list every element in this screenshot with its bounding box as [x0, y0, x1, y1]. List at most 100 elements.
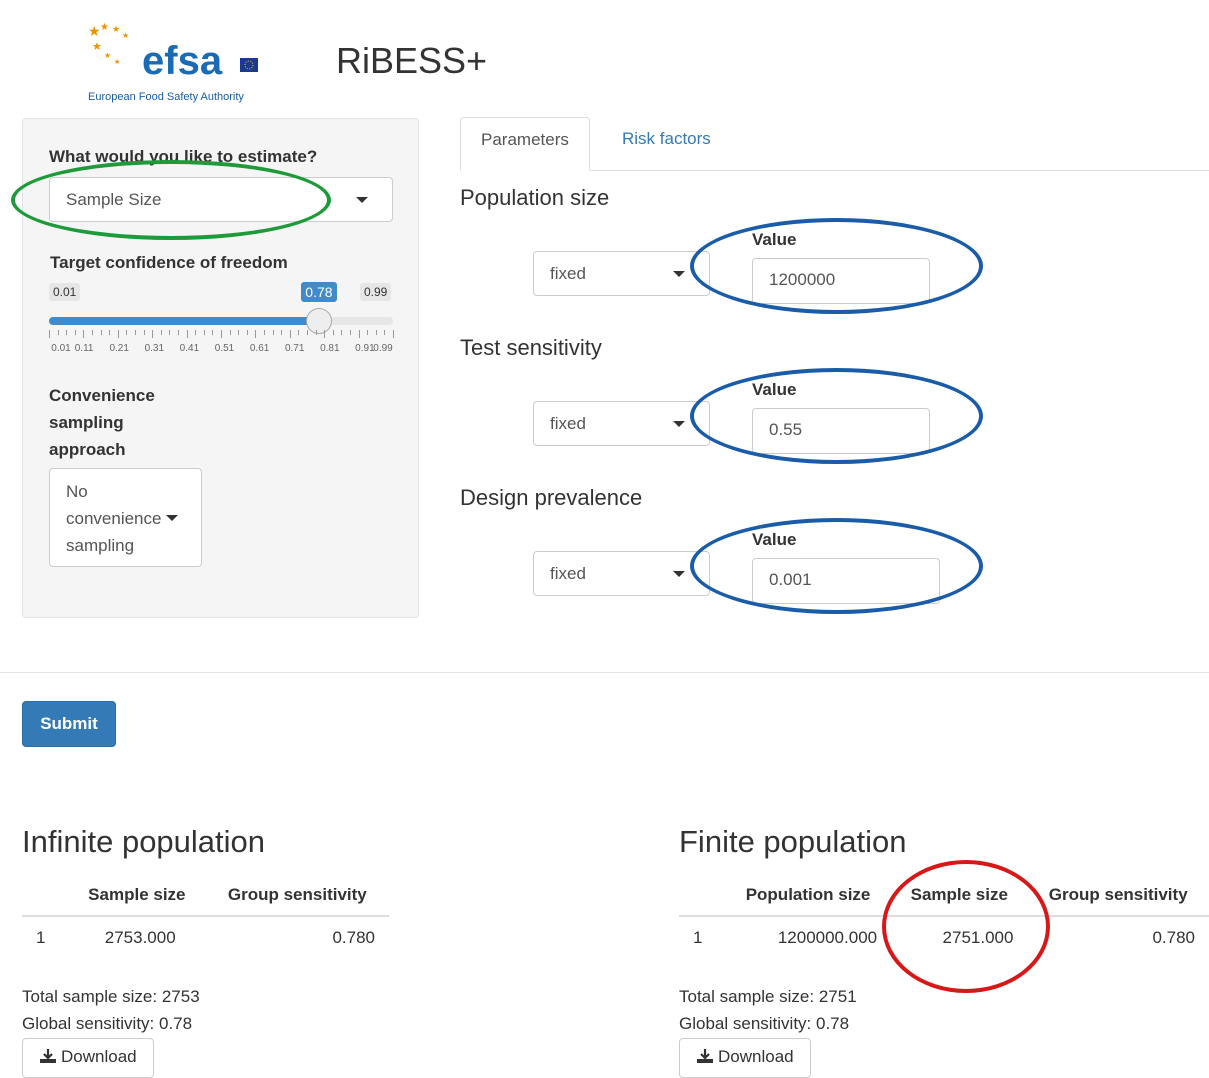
chevron-down-icon [673, 271, 685, 277]
convenience-value-3: sampling [66, 536, 135, 555]
convenience-value-1: No [66, 482, 88, 501]
slider-grid-tick [57, 330, 59, 335]
svg-text:★: ★ [112, 25, 120, 35]
population-size-heading: Population size [460, 185, 610, 210]
app-title: RiBESS+ [336, 40, 488, 81]
finite-download-button[interactable]: Download [679, 1038, 811, 1078]
slider-grid-tick [358, 330, 360, 338]
slider-grid-tick [117, 330, 119, 338]
svg-text:★: ★ [88, 24, 101, 40]
confidence-label: Target confidence of freedom [50, 253, 288, 272]
svg-text:★: ★ [100, 22, 109, 33]
svg-text:★: ★ [114, 58, 120, 66]
convenience-value-2: convenience [66, 509, 162, 528]
svg-text:★: ★ [104, 51, 111, 60]
finite-results-table: Population size Sample size Group sensit… [679, 873, 1209, 959]
slider-grid [49, 330, 394, 340]
slider-tick-label: 0.01 [51, 343, 71, 354]
section-divider [0, 672, 1209, 673]
slider-grid-tick [160, 330, 162, 335]
slider-grid-tick [100, 330, 102, 335]
slider-tick-label: 0.41 [179, 343, 200, 354]
table-cell: 0.780 [1152, 928, 1195, 947]
slider-grid-tick [221, 330, 222, 338]
slider-tick-label: 0.99 [373, 343, 393, 354]
slider-tick-label: 0.31 [144, 343, 165, 354]
slider-grid-tick [272, 330, 274, 335]
table-cell: 0.780 [332, 928, 375, 947]
slider-grid-tick [393, 330, 394, 338]
download-icon [697, 1049, 713, 1063]
slider-grid-tick [135, 330, 136, 335]
tab-risk-factors[interactable]: Risk factors [602, 117, 731, 171]
slider-grid-tick [195, 330, 197, 335]
submit-button[interactable]: Submit [22, 701, 116, 747]
table-header-row: Population size Sample size Group sensit… [679, 873, 1209, 917]
slider-value-label: 0.78 [301, 282, 337, 302]
design-prevalence-value-label: Value [752, 530, 797, 549]
test-sensitivity-heading: Test sensitivity [460, 335, 602, 360]
column-header: Group sensitivity [1027, 873, 1209, 917]
convenience-label-3: approach [49, 440, 126, 459]
test-sensitivity-mode-value: fixed [550, 414, 586, 433]
convenience-label-1: Convenience [49, 386, 155, 405]
slider-grid-tick [315, 330, 317, 335]
infinite-download-button[interactable]: Download [22, 1038, 154, 1078]
slider-grid-tick [178, 330, 179, 335]
slider-grid-tick [375, 330, 377, 335]
chevron-down-icon [673, 571, 685, 577]
design-prevalence-input[interactable]: 0.001 [752, 558, 940, 604]
slider-grid-tick [264, 330, 265, 335]
infinite-total-sample-size: Total sample size: 2753 [22, 987, 200, 1006]
column-header: Population size [725, 873, 892, 917]
finite-total-sample-size: Total sample size: 2751 [679, 987, 857, 1006]
column-header: Sample size [68, 873, 206, 917]
slider-grid-tick [307, 330, 308, 335]
slider-grid-tick [203, 330, 205, 335]
test-sensitivity-input[interactable]: 0.55 [752, 408, 930, 454]
slider-grid-tick [384, 330, 386, 335]
slider-grid-tick [238, 330, 240, 335]
tab-parameters[interactable]: Parameters [460, 117, 590, 171]
svg-text:★: ★ [122, 31, 129, 40]
slider-grid-tick [49, 330, 50, 338]
slider-grid-tick [212, 330, 214, 335]
slider-grid-tick [350, 330, 351, 335]
slider-grid-tick [281, 330, 283, 335]
slider-grid-tick [143, 330, 145, 335]
population-size-input[interactable]: 1200000 [752, 258, 930, 304]
slider-grid-tick [92, 330, 93, 335]
slider-grid-tick [186, 330, 188, 338]
test-sensitivity-mode-select[interactable]: fixed [533, 401, 710, 446]
slider-grid-tick [246, 330, 248, 335]
design-prevalence-mode-select[interactable]: fixed [533, 551, 710, 596]
slider-grid-tick [255, 330, 257, 338]
stars-icon: ★ ★ ★ ★ ★ ★ ★ [88, 22, 129, 66]
slider-tick-label: 0.11 [74, 343, 94, 354]
population-size-value-label: Value [752, 230, 797, 249]
slider-tick-label: 0.71 [284, 343, 305, 354]
slider-tick-label: 0.81 [320, 343, 340, 354]
slider-grid-tick [324, 330, 326, 338]
population-size-mode-value: fixed [550, 264, 586, 283]
estimate-select[interactable]: Sample Size [49, 177, 393, 222]
convenience-select[interactable]: No convenience sampling [49, 468, 202, 567]
slider-grid-tick [289, 330, 291, 338]
table-cell: 2751.000 [942, 928, 1014, 947]
design-prevalence-mode-value: fixed [550, 564, 586, 583]
population-size-mode-select[interactable]: fixed [533, 251, 710, 296]
column-header: Sample size [891, 873, 1028, 917]
design-prevalence-heading: Design prevalence [460, 485, 643, 510]
slider-grid-tick [152, 330, 154, 338]
efsa-logo: ★ ★ ★ ★ ★ ★ ★ efsa European Food Safety … [84, 22, 264, 106]
slider-tick-labels: 0.01 0.11 0.21 0.31 0.41 0.51 0.61 0.71 0.81 0.91… [49, 343, 393, 357]
chevron-down-icon [166, 515, 178, 521]
slider-grid-tick [169, 330, 171, 335]
column-header [22, 873, 68, 917]
finite-global-sensitivity: Global sensitivity: 0.78 [679, 1014, 850, 1033]
estimate-select-value: Sample Size [66, 190, 162, 209]
table-cell: 1 [693, 928, 703, 947]
finite-population-heading: Finite population [679, 824, 907, 859]
table-row: 1 1200000.000 2751.000 0.780 [679, 916, 1209, 959]
slider-min-label: 0.01 [49, 283, 81, 301]
